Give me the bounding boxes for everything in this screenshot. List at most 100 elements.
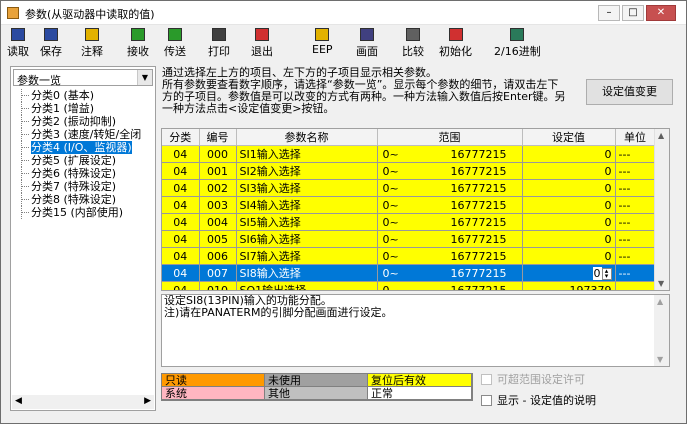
allow-out-of-range-checkbox[interactable]: 可超范围设定许可 [481, 373, 596, 390]
view-select[interactable]: 参数一览 ▼ [13, 69, 153, 87]
description-line: 注)请在PANATERM的引脚分配画面进行设定。 [164, 306, 393, 319]
tree-item[interactable]: 分类2 (振动抑制) [17, 115, 153, 128]
help-text: 通过选择左上方的项目、左下方的子项目显示相关参数。 所有参数要查看数字顺序，请选… [162, 67, 577, 115]
minimize-button[interactable]: – [598, 5, 620, 21]
cell-value[interactable]: 0 [522, 162, 616, 180]
description-scrollbar[interactable]: ▲ ▼ [654, 295, 669, 366]
scroll-up-icon[interactable]: ▲ [657, 297, 663, 306]
cell-unit: --- [615, 247, 656, 265]
chevron-down-icon[interactable]: ▼ [137, 70, 152, 85]
color-legend: 只读 未使用 复位后有效 系统 其他 正常 [161, 373, 473, 401]
tree-item[interactable]: 分类3 (速度/转矩/全闭 [17, 128, 153, 141]
horizontal-scrollbar[interactable]: ◀ ▶ [12, 395, 154, 409]
col-header-value[interactable]: 设定值 [522, 129, 616, 146]
value-text[interactable]: 0 [592, 266, 602, 280]
toolbar-screen-button[interactable]: 画面 [356, 28, 378, 59]
toolbar-compare-button[interactable]: 比较 [402, 28, 424, 59]
tree-item[interactable]: 分类4 (I/O、监视器) [17, 141, 153, 154]
checkbox-box[interactable] [481, 374, 492, 385]
table-row[interactable]: 04 007 SI8输入选择 0~ 16777215 0 ▴ ▾ --- [162, 264, 656, 282]
tree-item[interactable]: 分类0 (基本) [17, 89, 153, 102]
table-row[interactable]: 04 010 SO1输出选择 0~ 16777215 197379 --- [162, 281, 656, 291]
window-title: 参数(从驱动器中读取的值) [25, 8, 155, 21]
table-row[interactable]: 04 000 SI1输入选择 0~ 16777215 0 --- [162, 145, 656, 163]
range-min: 0~ [382, 266, 399, 280]
legend-item: 未使用 [265, 374, 368, 387]
toolbar-print-button[interactable]: 打印 [208, 28, 230, 59]
tree-item[interactable]: 分类5 (扩展设定) [17, 154, 153, 167]
cell-unit: --- [615, 196, 656, 214]
cell-number: 003 [199, 196, 237, 214]
toolbar-send-button[interactable]: 传送 [164, 28, 186, 59]
col-header-number[interactable]: 编号 [199, 129, 237, 146]
range-max: 16777215 [450, 249, 507, 263]
col-header-unit[interactable]: 单位 [615, 129, 656, 146]
cell-category: 04 [162, 281, 200, 290]
toolbar-exit-button[interactable]: 退出 [251, 28, 273, 59]
table-row[interactable]: 04 003 SI4输入选择 0~ 16777215 0 --- [162, 196, 656, 214]
comment-icon [85, 28, 99, 41]
maximize-button[interactable]: □ [622, 5, 644, 21]
cell-value[interactable]: 0 [522, 247, 616, 265]
table-row[interactable]: 04 006 SI7输入选择 0~ 16777215 0 --- [162, 247, 656, 265]
cell-number: 005 [199, 230, 237, 248]
cell-number: 007 [199, 264, 237, 282]
scroll-right-icon[interactable]: ▶ [144, 396, 151, 406]
toolbar-label: 退出 [251, 45, 273, 58]
toolbar-init-button[interactable]: 初始化 [439, 28, 472, 59]
value-text: 0 [604, 215, 612, 229]
cell-name: SI2输入选择 [236, 162, 378, 180]
value-text: 0 [604, 198, 612, 212]
spinner-icon[interactable]: ▴ ▾ [601, 267, 612, 280]
cell-value[interactable]: 0 [522, 213, 616, 231]
cell-value[interactable]: 0 [522, 196, 616, 214]
tree-item[interactable]: 分类15 (内部使用) [17, 206, 153, 219]
value-text: 0 [604, 164, 612, 178]
table-row[interactable]: 04 001 SI2输入选择 0~ 16777215 0 --- [162, 162, 656, 180]
cell-range: 0~ 16777215 [377, 213, 523, 231]
scroll-left-icon[interactable]: ◀ [15, 396, 22, 406]
range-values: 0~ 16777215 [381, 283, 519, 291]
col-header-name[interactable]: 参数名称 [236, 129, 378, 146]
col-header-category[interactable]: 分类 [162, 129, 200, 146]
scroll-up-icon[interactable]: ▲ [658, 131, 664, 140]
range-max: 16777215 [450, 283, 507, 291]
range-min: 0~ [382, 215, 399, 229]
tree-item[interactable]: 分类6 (特殊设定) [17, 167, 153, 180]
scroll-down-icon[interactable]: ▼ [658, 279, 664, 288]
cell-category: 04 [162, 213, 200, 231]
range-max: 16777215 [450, 266, 507, 280]
legend-item: 正常 [368, 387, 472, 400]
toolbar-radix-button[interactable]: 2/16进制 [494, 28, 541, 59]
close-button[interactable]: ✕ [646, 5, 676, 21]
toolbar-read-button[interactable]: 读取 [7, 28, 29, 59]
checkbox-box[interactable] [481, 395, 492, 406]
toolbar-label: 打印 [208, 45, 230, 58]
cell-value[interactable]: 197379 [522, 281, 616, 290]
cell-value[interactable]: 0 [522, 145, 616, 163]
change-value-button[interactable]: 设定值变更 [586, 79, 673, 105]
table-row[interactable]: 04 004 SI5输入选择 0~ 16777215 0 --- [162, 213, 656, 231]
show-description-checkbox[interactable]: 显示 - 设定值的说明 [481, 394, 596, 411]
cell-value[interactable]: 0 [522, 179, 616, 197]
table-row[interactable]: 04 002 SI3输入选择 0~ 16777215 0 --- [162, 179, 656, 197]
vertical-scrollbar[interactable]: ▲ ▼ [654, 129, 669, 290]
range-max: 16777215 [450, 181, 507, 195]
table-row[interactable]: 04 005 SI6输入选择 0~ 16777215 0 --- [162, 230, 656, 248]
col-header-range[interactable]: 范围 [377, 129, 523, 146]
cell-range: 0~ 16777215 [377, 145, 523, 163]
tree-item[interactable]: 分类8 (特殊设定) [17, 193, 153, 206]
description-box: 设定SI8(13PIN)输入的功能分配。 注)请在PANATERM的引脚分配画面… [161, 294, 670, 367]
cell-range: 0~ 16777215 [377, 162, 523, 180]
cell-value[interactable]: 0 [522, 230, 616, 248]
tree-item[interactable]: 分类1 (增益) [17, 102, 153, 115]
toolbar-save-button[interactable]: 保存 [40, 28, 62, 59]
toolbar-receive-button[interactable]: 接收 [127, 28, 149, 59]
toolbar-label: 传送 [164, 45, 186, 58]
toolbar-comment-button[interactable]: 注释 [81, 28, 103, 59]
tree-item[interactable]: 分类7 (特殊设定) [17, 180, 153, 193]
cell-value[interactable]: 0 ▴ ▾ [522, 264, 616, 282]
toolbar-eep-button[interactable]: EEP [312, 28, 333, 56]
cell-category: 04 [162, 247, 200, 265]
scroll-down-icon[interactable]: ▼ [657, 355, 663, 364]
